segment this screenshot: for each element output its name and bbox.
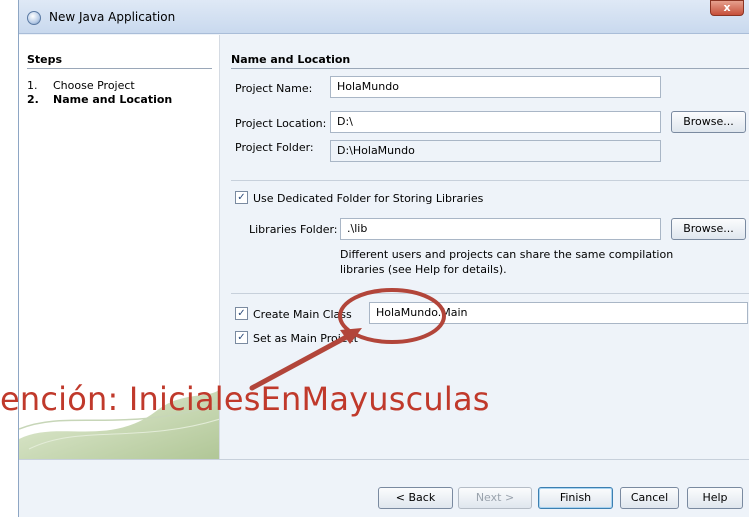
set-main-project-label: Set as Main Project	[253, 332, 358, 345]
back-button[interactable]: < Back	[378, 487, 453, 509]
libraries-folder-field[interactable]: .\lib	[340, 218, 661, 240]
section-divider	[231, 68, 749, 69]
main-class-field[interactable]: HolaMundo.Main	[369, 302, 748, 324]
separator	[231, 180, 749, 181]
annotation-caption: ención: InicialesEnMayusculas	[0, 380, 490, 418]
close-button[interactable]: x	[710, 0, 744, 16]
browse-libraries-button[interactable]: Browse...	[671, 218, 746, 240]
cancel-button[interactable]: Cancel	[620, 487, 679, 509]
dialog-window: New Java Application x Steps 1. Choose Pr…	[18, 0, 749, 517]
title-bar: New Java Application x	[19, 0, 749, 34]
project-folder-label: Project Folder:	[235, 141, 314, 154]
help-line-2: libraries (see Help for details).	[340, 263, 507, 276]
window-title: New Java Application	[49, 10, 176, 24]
help-line-1: Different users and projects can share t…	[340, 248, 674, 261]
project-name-label: Project Name:	[235, 82, 313, 95]
dedicated-folder-label: Use Dedicated Folder for Storing Librari…	[253, 192, 484, 205]
app-globe-icon	[27, 11, 41, 25]
step-label: Name and Location	[53, 93, 173, 106]
project-folder-field: D:\HolaMundo	[330, 140, 661, 162]
set-main-project-checkbox[interactable]: ✓	[235, 331, 248, 344]
step-number: 2.	[27, 93, 39, 106]
step-label: Choose Project	[53, 79, 135, 92]
step-name-location: 2. Name and Location	[27, 93, 172, 106]
step-choose-project: 1. Choose Project	[27, 79, 135, 92]
step-number: 1.	[27, 79, 38, 92]
section-heading: Name and Location	[231, 53, 351, 66]
help-button[interactable]: Help	[687, 487, 743, 509]
finish-button[interactable]: Finish	[538, 487, 613, 509]
steps-divider	[27, 68, 212, 69]
separator	[231, 293, 749, 294]
create-main-class-checkbox[interactable]: ✓	[235, 307, 248, 320]
project-name-field[interactable]: HolaMundo	[330, 76, 661, 98]
steps-heading: Steps	[27, 53, 63, 66]
libraries-folder-label: Libraries Folder:	[249, 223, 338, 236]
project-location-field[interactable]: D:\	[330, 111, 661, 133]
button-bar: < Back Next > Finish Cancel Help	[19, 459, 749, 517]
next-button[interactable]: Next >	[458, 487, 532, 509]
dedicated-folder-checkbox[interactable]: ✓	[235, 191, 248, 204]
libraries-help-text: Different users and projects can share t…	[340, 247, 673, 277]
create-main-class-label: Create Main Class	[253, 308, 352, 321]
project-location-label: Project Location:	[235, 117, 327, 130]
browse-location-button[interactable]: Browse...	[671, 111, 746, 133]
